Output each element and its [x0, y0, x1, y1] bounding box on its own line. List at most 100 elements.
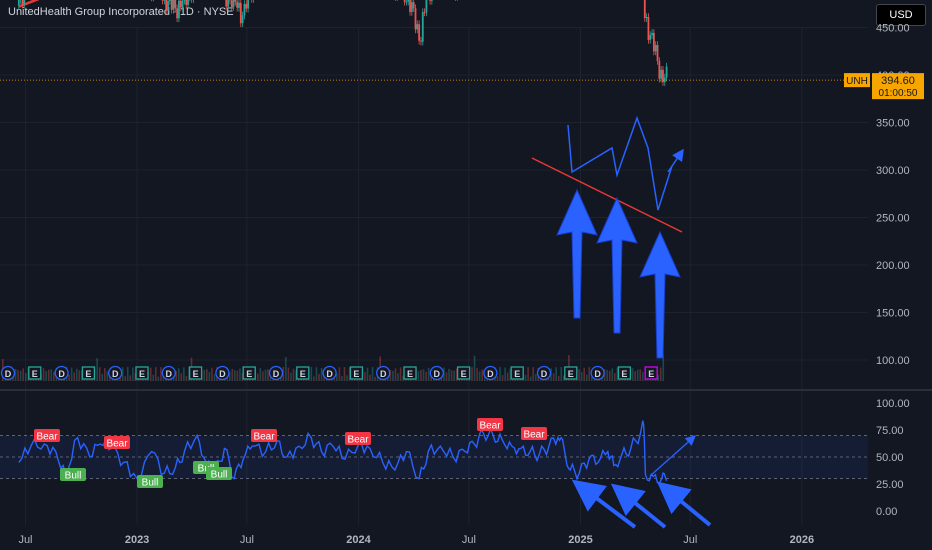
time-tick-label: 2023 [125, 534, 149, 546]
dividend-marker[interactable]: D [161, 365, 176, 381]
volume-bar [313, 376, 315, 381]
volume-bar [534, 374, 537, 381]
candle-body [243, 4, 246, 16]
volume-bar [285, 356, 287, 381]
volume-bar [236, 370, 239, 381]
volume-bar [264, 369, 267, 381]
rsi-arrow [610, 483, 667, 529]
volume-bar [529, 376, 532, 381]
event-marker-label: E [568, 369, 574, 379]
candle-body [178, 0, 180, 19]
candle-body [167, 0, 169, 11]
earnings-marker[interactable]: E [296, 366, 310, 380]
event-marker-label: D [326, 369, 333, 379]
candle-body [172, 0, 175, 10]
candle-body [430, 0, 433, 1]
candle-body [225, 0, 228, 7]
volume-bar [14, 369, 17, 381]
volume-bar [631, 368, 634, 381]
volume-bar [606, 369, 608, 381]
dividend-marker[interactable]: D [108, 365, 123, 381]
earnings-marker[interactable]: E [644, 366, 658, 380]
volume-bar [318, 373, 320, 381]
volume-bar [50, 369, 53, 381]
volume-bar [157, 376, 160, 381]
event-marker-label: D [112, 369, 119, 379]
volume-bar [560, 367, 563, 381]
earnings-marker[interactable]: E [242, 366, 256, 380]
volume-bar [346, 375, 348, 381]
volume-bar [371, 367, 374, 381]
volume-bar [374, 376, 376, 381]
volume-bar [287, 367, 290, 381]
event-marker-label: E [246, 369, 252, 379]
signal-text: Bear [106, 439, 128, 450]
event-marker-label: D [273, 369, 280, 379]
volume-bar [19, 370, 22, 381]
dividend-marker[interactable]: D [483, 365, 498, 381]
earnings-marker[interactable]: E [28, 366, 42, 380]
earnings-marker[interactable]: E [188, 366, 203, 380]
earnings-marker[interactable]: E [135, 366, 149, 380]
dividend-marker[interactable]: D [429, 365, 444, 381]
moving-average-line [18, 0, 40, 8]
candle-body [407, 0, 410, 2]
dividend-marker[interactable]: D [322, 365, 337, 381]
earnings-marker[interactable]: E [349, 366, 364, 380]
signal-text: Bear [523, 430, 545, 441]
volume-bar [532, 367, 534, 381]
event-marker-label: E [139, 369, 145, 379]
dividend-marker[interactable]: D [376, 365, 391, 381]
volume-bar [608, 370, 611, 381]
earnings-marker[interactable]: E [564, 366, 578, 380]
earnings-marker[interactable]: E [617, 366, 632, 380]
earnings-marker[interactable]: E [81, 366, 96, 380]
volume-bar [239, 368, 241, 381]
volume-bar [180, 373, 183, 381]
symbol-label: UNH [846, 76, 868, 87]
bear-signal-label: Bear [477, 418, 503, 432]
dividend-marker[interactable]: D [268, 365, 284, 381]
volume-bar [471, 367, 473, 381]
event-marker-label: E [300, 369, 306, 379]
earnings-marker[interactable]: E [403, 366, 417, 380]
volume-bar [580, 372, 583, 381]
bull-signal-label: Bull [137, 475, 163, 489]
volume-bar [369, 374, 371, 381]
time-tick-label: 2026 [790, 534, 814, 546]
chart-canvas[interactable]: D E D E D E D E D E D E D E D E D E D E D E D E E Bear Bear Bull Bu… [0, 0, 932, 550]
event-marker-label: D [487, 369, 494, 379]
rsi-tick-label: 25.00 [876, 479, 904, 491]
volume-bar [292, 368, 295, 381]
earnings-marker[interactable]: E [456, 366, 471, 380]
candle-body [416, 24, 419, 30]
volume-bar [101, 373, 104, 381]
dividend-marker[interactable]: D [54, 365, 69, 381]
volume-bar [639, 369, 642, 381]
volume-bar [636, 369, 639, 381]
dividend-marker[interactable]: D [215, 365, 230, 381]
price-tick-label: 300.00 [876, 165, 910, 177]
volume-bar [611, 368, 614, 381]
dividend-marker[interactable]: D [0, 365, 16, 381]
signal-text: Bull [211, 470, 228, 481]
candle-body [236, 1, 239, 8]
volume-bar [53, 371, 55, 381]
bear-signal-label: Bear [521, 427, 547, 441]
price-tick-label: 200.00 [876, 260, 910, 272]
candle-body [165, 0, 168, 11]
dividend-marker[interactable]: D [590, 365, 605, 381]
earnings-marker[interactable]: E [510, 366, 524, 380]
volume-bar [98, 367, 101, 381]
volume-bar [499, 367, 501, 381]
candle-body [660, 69, 663, 79]
volume-bar [267, 369, 269, 381]
candle-body [238, 2, 240, 8]
candle-body [409, 0, 411, 12]
candle-body [665, 66, 668, 78]
dividend-marker[interactable]: D [536, 365, 552, 381]
volume-bar [343, 367, 346, 381]
candle-body [17, 0, 20, 6]
event-marker-label: D [58, 369, 65, 379]
candle-body [425, 0, 428, 13]
